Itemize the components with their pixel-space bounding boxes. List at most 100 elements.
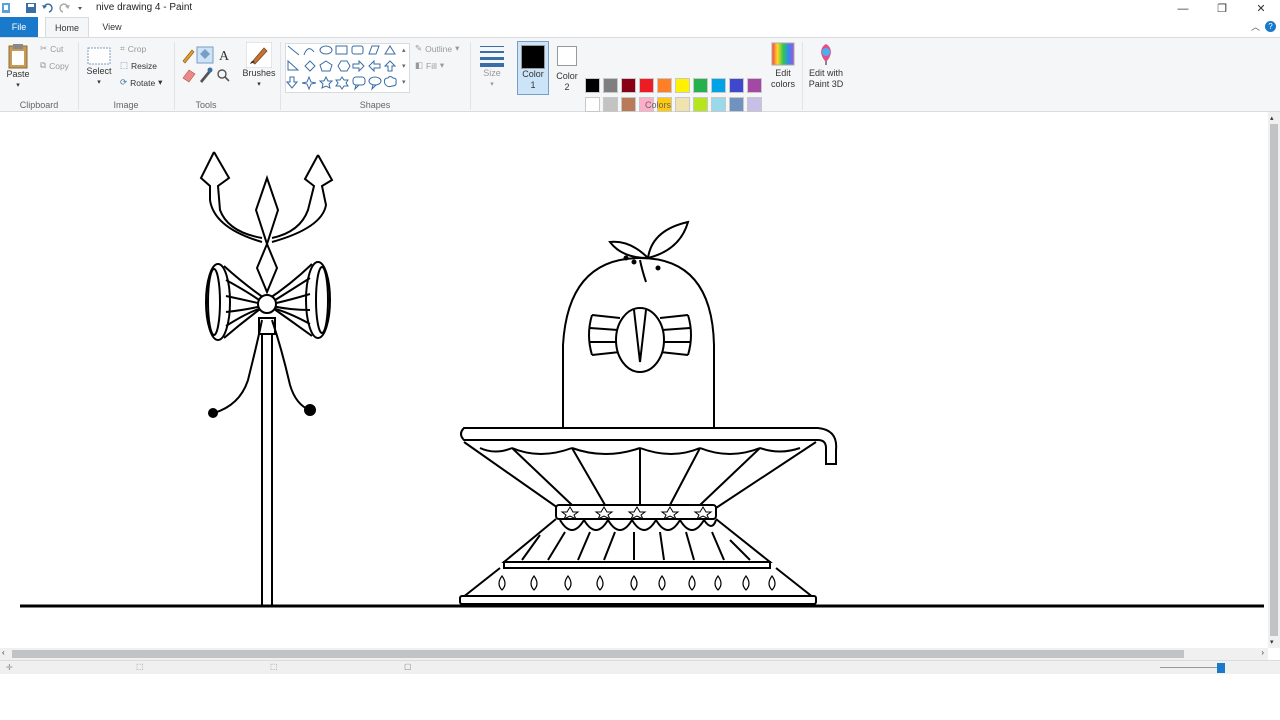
- fill-dropdown-icon[interactable]: ▾: [440, 60, 444, 71]
- outline-icon: ✎: [415, 43, 423, 53]
- select-dropdown-icon[interactable]: ▾: [97, 77, 101, 88]
- horizontal-scroll-thumb[interactable]: [12, 650, 1184, 658]
- file-size-icon: ▢: [404, 662, 412, 671]
- tab-file[interactable]: File: [0, 17, 38, 37]
- oval-shape-icon[interactable]: [319, 45, 333, 55]
- right-arrow-shape-icon[interactable]: [352, 59, 365, 73]
- line-shape-icon[interactable]: [287, 45, 300, 56]
- minimize-button[interactable]: —: [1163, 0, 1203, 17]
- tab-home[interactable]: Home: [45, 17, 89, 37]
- rounded-callout-shape-icon[interactable]: [352, 76, 366, 91]
- polygon-shape-icon[interactable]: [368, 45, 380, 55]
- six-point-star-shape-icon[interactable]: [335, 76, 349, 90]
- oval-callout-shape-icon[interactable]: [368, 76, 382, 91]
- pencil-icon[interactable]: [182, 49, 195, 64]
- up-arrow-shape-icon[interactable]: [383, 60, 397, 72]
- outline-button[interactable]: ✎ Outline ▾: [415, 43, 459, 54]
- resize-label: Resize: [131, 60, 158, 71]
- save-icon[interactable]: [26, 3, 36, 13]
- restore-button[interactable]: ❐: [1202, 0, 1242, 17]
- palette-swatch[interactable]: [603, 97, 618, 112]
- scroll-down-icon[interactable]: ▾: [1270, 638, 1274, 646]
- palette-swatch[interactable]: [747, 78, 762, 93]
- left-arrow-shape-icon[interactable]: [368, 59, 381, 73]
- shapes-scroll[interactable]: ▴ ▾ ▾: [402, 43, 406, 91]
- palette-swatch[interactable]: [675, 78, 690, 93]
- palette-swatch[interactable]: [729, 97, 744, 112]
- five-point-star-shape-icon[interactable]: [318, 75, 334, 89]
- color1-number: 1: [530, 80, 536, 90]
- cloud-callout-shape-icon[interactable]: [383, 76, 397, 88]
- shapes-gallery[interactable]: [285, 43, 410, 93]
- edit-colors-button[interactable]: Edit colors: [768, 42, 798, 90]
- palette-swatch[interactable]: [747, 97, 762, 112]
- size-dropdown-icon[interactable]: ▾: [490, 79, 494, 90]
- text-icon[interactable]: A: [219, 49, 230, 64]
- outline-dropdown-icon[interactable]: ▾: [455, 43, 459, 54]
- rotate-button[interactable]: ⟳ Rotate ▾: [120, 77, 162, 88]
- clipboard-group-label: Clipboard: [19, 100, 59, 110]
- hexagon-shape-icon[interactable]: [337, 60, 351, 72]
- scroll-right-icon[interactable]: ›: [1261, 648, 1264, 657]
- shapes-group-label: Shapes: [359, 100, 391, 110]
- palette-swatch[interactable]: [585, 78, 600, 93]
- pentagon-shape-icon[interactable]: [319, 60, 333, 72]
- separator: [174, 42, 175, 110]
- diamond-shape-icon[interactable]: [304, 60, 316, 72]
- zoom-slider[interactable]: [1160, 667, 1220, 668]
- size-button[interactable]: Size ▾: [476, 42, 508, 90]
- palette-swatch[interactable]: [657, 78, 672, 93]
- help-button[interactable]: ?: [1265, 21, 1276, 32]
- tab-view[interactable]: View: [94, 17, 130, 37]
- palette-swatch[interactable]: [711, 97, 726, 112]
- vertical-scroll-thumb[interactable]: [1270, 124, 1278, 636]
- curve-shape-icon[interactable]: [303, 48, 315, 56]
- paste-button[interactable]: Paste ▾: [5, 43, 31, 91]
- palette-swatch[interactable]: [693, 78, 708, 93]
- fill-button[interactable]: ◧ Fill ▾: [415, 60, 444, 71]
- magnifier-icon[interactable]: [217, 69, 230, 82]
- eraser-icon[interactable]: [182, 69, 196, 83]
- rotate-dropdown-icon[interactable]: ▾: [158, 77, 162, 88]
- triangle-shape-icon[interactable]: [384, 45, 396, 55]
- cut-button[interactable]: ✂ Cut: [40, 43, 63, 54]
- copy-button[interactable]: ⧉ Copy: [40, 60, 69, 71]
- palette-swatch[interactable]: [711, 78, 726, 93]
- palette-swatch[interactable]: [621, 78, 636, 93]
- right-triangle-shape-icon[interactable]: [287, 59, 300, 71]
- color2-button[interactable]: Color 2: [552, 41, 582, 93]
- canvas-size-icon: ⬚: [270, 662, 278, 671]
- color-picker-icon[interactable]: [200, 67, 213, 84]
- edit-with-paint3d-button[interactable]: Edit with Paint 3D: [806, 42, 846, 90]
- brushes-button[interactable]: Brushes ▾: [242, 42, 276, 90]
- down-arrow-shape-icon[interactable]: [285, 76, 299, 89]
- scroll-up-icon[interactable]: ▴: [1270, 114, 1274, 122]
- brushes-dropdown-icon[interactable]: ▾: [257, 79, 261, 90]
- brush-icon: [246, 42, 272, 68]
- crop-button[interactable]: ⌗ Crop: [120, 43, 146, 54]
- rectangle-shape-icon[interactable]: [335, 45, 348, 55]
- palette-swatch[interactable]: [729, 78, 744, 93]
- zoom-slider-thumb[interactable]: [1217, 663, 1225, 673]
- palette-swatch[interactable]: [585, 97, 600, 112]
- separator: [470, 42, 471, 110]
- color1-button[interactable]: Color 1: [517, 41, 549, 95]
- scroll-left-icon[interactable]: ‹: [2, 648, 5, 657]
- resize-button[interactable]: ⬚ Resize: [120, 60, 157, 71]
- drawing-canvas[interactable]: [0, 112, 1280, 648]
- paste-dropdown-icon[interactable]: ▾: [16, 80, 20, 91]
- copy-label: Copy: [49, 60, 69, 71]
- select-button[interactable]: Select ▾: [86, 46, 112, 88]
- horizontal-scrollbar[interactable]: ‹ ›: [0, 648, 1268, 660]
- rounded-rectangle-shape-icon[interactable]: [351, 45, 364, 55]
- close-button[interactable]: ✕: [1241, 0, 1280, 17]
- undo-icon[interactable]: [42, 3, 53, 13]
- customize-quick-access-icon[interactable]: [78, 7, 82, 10]
- redo-icon[interactable]: [59, 3, 70, 13]
- palette-swatch[interactable]: [603, 78, 618, 93]
- collapse-ribbon-icon[interactable]: ︿: [1251, 20, 1260, 33]
- image-group-label: Image: [113, 100, 139, 110]
- palette-swatch[interactable]: [639, 78, 654, 93]
- four-point-star-shape-icon[interactable]: [301, 75, 317, 91]
- vertical-scrollbar[interactable]: ▴ ▾: [1268, 112, 1280, 648]
